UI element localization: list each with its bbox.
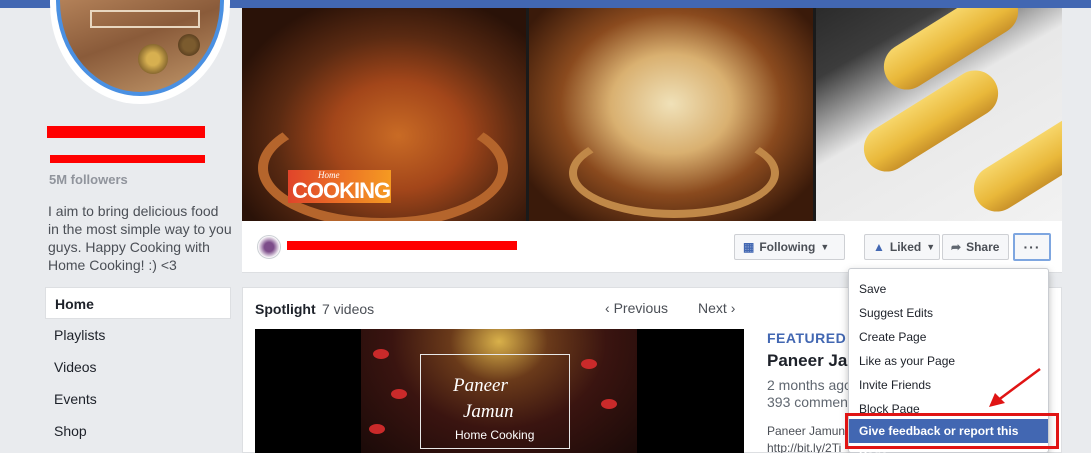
rose-petal	[581, 359, 597, 369]
left-nav: Home Playlists Videos Events Shop	[45, 287, 231, 447]
page-icon	[257, 235, 281, 259]
following-icon: ▦	[743, 240, 755, 254]
chevron-right-icon: ›	[730, 300, 736, 316]
rose-petal	[391, 389, 407, 399]
profile-picture-label-box	[90, 10, 200, 28]
menu-item-like-as-page[interactable]: Like as your Page	[859, 354, 955, 368]
following-button[interactable]: ▦ Following ▼	[734, 234, 845, 260]
spotlight-title: Spotlight	[255, 301, 316, 317]
nav-item-home[interactable]: Home	[45, 287, 231, 319]
cover-photo-sweets	[816, 8, 1062, 221]
redacted-username	[50, 155, 205, 163]
cover-photo[interactable]: Home COOKING	[242, 8, 1062, 221]
home-cooking-logo: Home COOKING	[288, 170, 391, 203]
pot-rim	[569, 128, 779, 218]
nav-item-events[interactable]: Events	[45, 383, 231, 415]
featured-video-age: 2 months ago	[767, 377, 852, 393]
nav-item-videos[interactable]: Videos	[45, 351, 231, 383]
cover-photo-biryani	[529, 8, 813, 221]
video-title-line-2: Jamun	[463, 401, 514, 422]
rose-petal	[373, 349, 389, 359]
followers-count: 5M followers	[49, 172, 128, 187]
share-arrow-icon: ➦	[951, 240, 962, 254]
page-action-bar: ▦ Following ▼ ▲ Liked ▼ ➦ Share ···	[242, 221, 1062, 273]
menu-item-suggest-edits[interactable]: Suggest Edits	[859, 306, 933, 320]
cover-photo-curry: Home COOKING	[242, 8, 526, 221]
featured-label: FEATURED	[767, 330, 847, 346]
annotation-arrow-icon	[989, 367, 1041, 407]
redacted-page-name	[47, 126, 205, 138]
page-about-text: I aim to bring delicious food in the mos…	[48, 203, 232, 273]
next-button[interactable]: Next ›	[698, 300, 735, 316]
featured-video-description: Paneer Jamun	[767, 424, 846, 438]
nav-item-shop[interactable]: Shop	[45, 415, 231, 447]
sweet-roll	[965, 101, 1062, 221]
featured-video-comments[interactable]: 393 commen	[767, 394, 848, 410]
pot-rim	[258, 108, 508, 221]
video-title-line-1: Paneer	[453, 375, 508, 396]
menu-item-invite-friends[interactable]: Invite Friends	[859, 378, 931, 392]
ellipsis-icon: ···	[1023, 239, 1041, 255]
thumbs-up-icon: ▲	[873, 240, 885, 254]
annotation-highlight-box	[845, 413, 1059, 449]
chevron-left-icon: ‹	[605, 300, 610, 316]
share-button[interactable]: ➦ Share	[942, 234, 1009, 260]
featured-video-player[interactable]: Paneer Jamun Home Cooking	[255, 329, 744, 453]
spice-bowl	[138, 44, 168, 74]
rose-petal	[601, 399, 617, 409]
video-brand: Home Cooking	[455, 428, 535, 442]
chevron-down-icon: ▼	[820, 242, 830, 252]
rose-petal	[369, 424, 385, 434]
menu-item-save[interactable]: Save	[859, 282, 886, 296]
liked-button[interactable]: ▲ Liked ▼	[864, 234, 940, 260]
more-options-button[interactable]: ···	[1013, 233, 1051, 261]
sweet-roll	[855, 61, 1007, 181]
profile-picture[interactable]	[56, 0, 224, 96]
featured-video-link[interactable]: http://bit.ly/2Ti	[767, 441, 841, 453]
chevron-down-icon: ▼	[926, 242, 936, 252]
spotlight-video-count: 7 videos	[322, 301, 375, 317]
redacted-page-url	[287, 241, 517, 250]
spice-bowl	[178, 34, 200, 56]
menu-item-create-page[interactable]: Create Page	[859, 330, 926, 344]
previous-button[interactable]: ‹ Previous	[605, 300, 668, 316]
nav-item-playlists[interactable]: Playlists	[45, 319, 231, 351]
